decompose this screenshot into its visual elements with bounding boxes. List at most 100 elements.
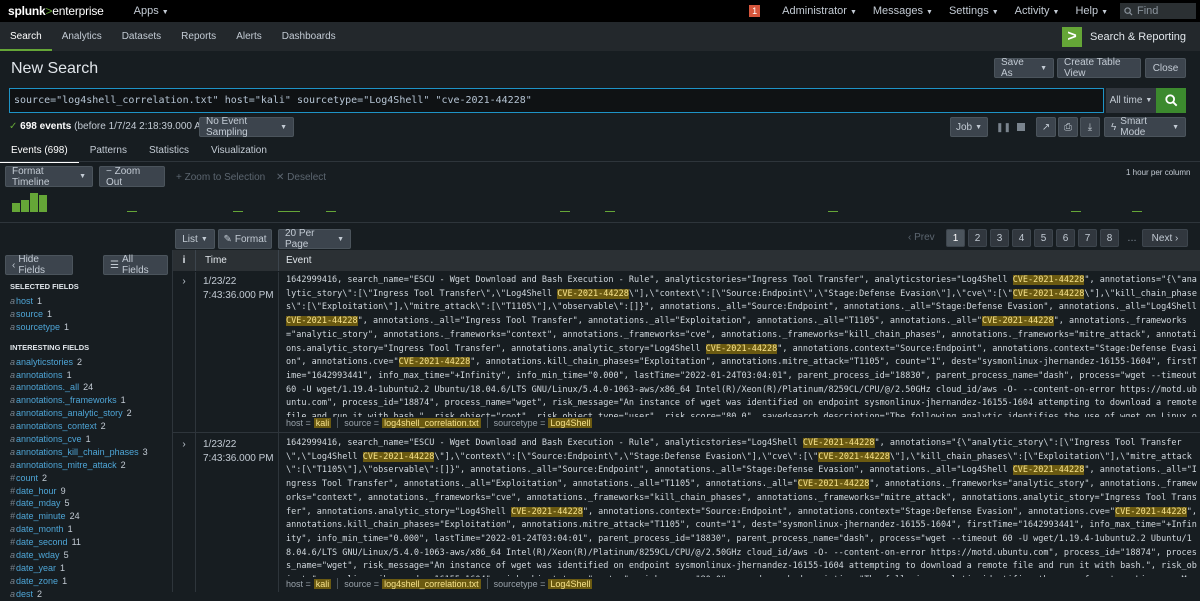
- page-6-button[interactable]: 6: [1056, 229, 1075, 247]
- field-date-year[interactable]: #date_year 1: [10, 562, 172, 575]
- meta-sourcetype-value[interactable]: Log4Shell: [548, 417, 593, 428]
- tab-visualization[interactable]: Visualization: [200, 143, 278, 163]
- timeline-bar[interactable]: [39, 195, 47, 212]
- field-date-month[interactable]: adate_month 1: [10, 523, 172, 536]
- timeline-bar[interactable]: [1132, 211, 1142, 212]
- meta-sourcetype-value[interactable]: Log4Shell: [548, 578, 593, 589]
- tab-statistics[interactable]: Statistics: [138, 143, 200, 163]
- timeline-bar[interactable]: [127, 211, 137, 212]
- search-term-highlight[interactable]: CVE-2021-44228: [398, 357, 471, 368]
- timeline-bar[interactable]: [828, 211, 838, 212]
- search-term-highlight[interactable]: CVE-2021-44228: [1012, 275, 1085, 285]
- field-date-minute[interactable]: #date_minute 24: [10, 510, 172, 523]
- timeline-bar[interactable]: [12, 203, 20, 212]
- list-view-dropdown[interactable]: List ▼: [175, 229, 215, 249]
- messages-menu[interactable]: Messages ▼: [865, 5, 941, 17]
- field-date-wday[interactable]: adate_wday 5: [10, 549, 172, 562]
- per-page-dropdown[interactable]: 20 Per Page ▼: [278, 228, 351, 250]
- settings-menu[interactable]: Settings ▼: [941, 5, 1007, 17]
- field-source[interactable]: asource 1: [10, 308, 172, 321]
- nav-dashboards[interactable]: Dashboards: [272, 22, 346, 51]
- field-annotations-frameworks[interactable]: aannotations._frameworks 1: [10, 394, 172, 407]
- search-term-highlight[interactable]: CVE-2021-44228: [818, 451, 890, 462]
- splunk-logo[interactable]: splunk>enterprise: [0, 4, 104, 18]
- prev-page-button[interactable]: ‹ Prev: [908, 229, 946, 247]
- field-annotations-cve[interactable]: aannotations_cve 1: [10, 433, 172, 446]
- timeline-bar[interactable]: [30, 193, 38, 212]
- stop-icon[interactable]: [1017, 123, 1025, 131]
- page-8-button[interactable]: 8: [1100, 229, 1119, 247]
- expand-row-icon[interactable]: ›: [173, 439, 195, 450]
- format-timeline-button[interactable]: Format Timeline ▼: [5, 166, 93, 188]
- format-button[interactable]: ✎ Format: [218, 229, 272, 249]
- field-analyticstories[interactable]: aanalyticstories 2: [10, 356, 172, 369]
- field-annotations-kill-chain-phases[interactable]: aannotations_kill_chain_phases 3: [10, 446, 172, 459]
- time-column-header[interactable]: Time: [205, 255, 227, 266]
- search-term-highlight[interactable]: CVE-2021-44228: [802, 438, 875, 448]
- field-host[interactable]: ahost 1: [10, 295, 172, 308]
- tab-patterns[interactable]: Patterns: [79, 143, 138, 163]
- timeline-bar[interactable]: [1071, 211, 1081, 212]
- meta-source-value[interactable]: log4shell_correlation.txt: [382, 578, 481, 589]
- next-page-button[interactable]: Next ›: [1142, 229, 1188, 247]
- all-fields-button[interactable]: ☰ All Fields: [103, 254, 168, 276]
- pause-icon[interactable]: ❚❚: [996, 122, 1011, 133]
- field-date-mday[interactable]: #date_mday 5: [10, 497, 172, 510]
- field-annotations-all[interactable]: aannotations._all 24: [10, 381, 172, 394]
- print-icon[interactable]: ⎙: [1058, 117, 1078, 137]
- expand-row-icon[interactable]: ›: [173, 276, 195, 287]
- find-input[interactable]: Find: [1120, 3, 1196, 19]
- deselect-button[interactable]: ✕ Deselect: [276, 172, 326, 183]
- nav-analytics[interactable]: Analytics: [52, 22, 112, 51]
- nav-search[interactable]: Search: [0, 22, 52, 51]
- field-date-zone[interactable]: adate_zone 1: [10, 575, 172, 588]
- help-menu[interactable]: Help ▼: [1067, 5, 1116, 17]
- apps-menu[interactable]: Apps ▼: [126, 5, 177, 17]
- field-dest[interactable]: adest 2: [10, 588, 172, 601]
- app-title[interactable]: > Search & Reporting: [1062, 22, 1186, 51]
- page-4-button[interactable]: 4: [1012, 229, 1031, 247]
- field-date-hour[interactable]: #date_hour 9: [10, 485, 172, 498]
- field-annotations[interactable]: aannotations 1: [10, 369, 172, 382]
- save-as-button[interactable]: Save As ▼: [994, 57, 1054, 79]
- close-button[interactable]: Close: [1145, 58, 1186, 78]
- hide-fields-button[interactable]: ‹ Hide Fields: [5, 254, 73, 276]
- search-term-highlight[interactable]: CVE-2021-44228: [557, 288, 629, 299]
- zoom-out-button[interactable]: − Zoom Out: [99, 166, 165, 188]
- timeline-bar[interactable]: [21, 200, 29, 212]
- page-7-button[interactable]: 7: [1078, 229, 1097, 247]
- search-term-highlight[interactable]: CVE-2021-44228: [286, 316, 358, 327]
- field-annotations-mitre-attack[interactable]: aannotations_mitre_attack 2: [10, 459, 172, 472]
- field-date-second[interactable]: #date_second 11: [10, 536, 172, 549]
- timeline-bar[interactable]: [278, 211, 300, 212]
- page-3-button[interactable]: 3: [990, 229, 1009, 247]
- field-count[interactable]: #count 2: [10, 472, 172, 485]
- search-term-highlight[interactable]: CVE-2021-44228: [362, 451, 435, 462]
- export-icon[interactable]: ⤓: [1080, 117, 1100, 137]
- search-mode-dropdown[interactable]: ϟ Smart Mode ▼: [1104, 116, 1186, 138]
- page-1-button[interactable]: 1: [946, 229, 965, 247]
- administrator-menu[interactable]: Administrator ▼: [774, 5, 865, 17]
- event-sampling-dropdown[interactable]: No Event Sampling ▼: [199, 116, 294, 138]
- page-5-button[interactable]: 5: [1034, 229, 1053, 247]
- nav-datasets[interactable]: Datasets: [112, 22, 171, 51]
- timeline-histogram[interactable]: [9, 190, 1189, 212]
- search-term-highlight[interactable]: CVE-2021-44228: [705, 343, 778, 354]
- zoom-to-selection-button[interactable]: + Zoom to Selection: [176, 172, 265, 183]
- search-term-highlight[interactable]: CVE-2021-44228: [1012, 465, 1085, 476]
- tab-events[interactable]: Events (698): [0, 143, 79, 163]
- time-range-picker[interactable]: All time ▼: [1106, 88, 1156, 113]
- field-annotations-analytic-story[interactable]: aannotations_analytic_story 2: [10, 407, 172, 420]
- nav-alerts[interactable]: Alerts: [226, 22, 272, 51]
- search-term-highlight[interactable]: CVE-2021-44228: [1115, 506, 1187, 517]
- search-term-highlight[interactable]: CVE-2021-44228: [1012, 288, 1085, 299]
- share-icon[interactable]: ↗: [1036, 117, 1056, 137]
- timeline-bar[interactable]: [326, 211, 336, 212]
- search-query-input[interactable]: source="log4shell_correlation.txt" host=…: [9, 88, 1104, 113]
- search-submit-button[interactable]: [1156, 88, 1186, 113]
- timeline-bar[interactable]: [233, 211, 243, 212]
- search-term-highlight[interactable]: CVE-2021-44228: [797, 479, 870, 490]
- notification-badge[interactable]: 1: [749, 5, 761, 17]
- timeline-bar[interactable]: [560, 211, 570, 212]
- page-2-button[interactable]: 2: [968, 229, 987, 247]
